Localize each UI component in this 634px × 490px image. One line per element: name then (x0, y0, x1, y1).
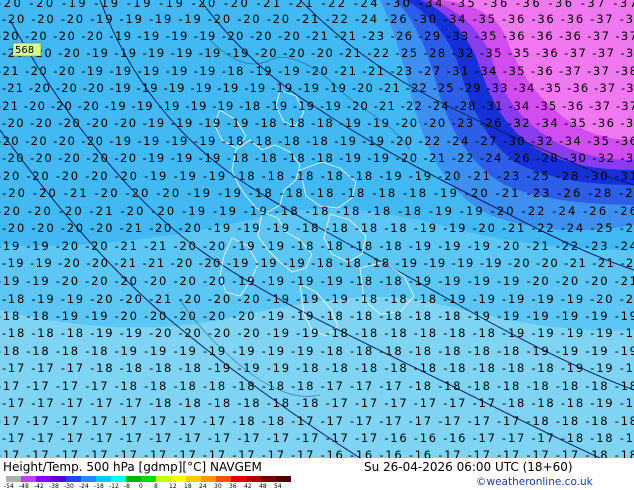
temperature-row: -17 -17 -17 -17 -17 -17 -17 -17 -17 -17 … (2, 431, 634, 445)
legend-label: -42 (34, 483, 44, 490)
temperature-row: -17 -17 -17 -17 -17 -17 -17 -17 -17 -17 … (0, 448, 634, 458)
legend-label: -8 (124, 483, 130, 490)
legend-label: 48 (259, 483, 267, 490)
map-canvas: -20 -20 -19 -19 -19 -19 -20 -20 -21 -21 … (0, 0, 634, 458)
temperature-row: -20 -20 -20 -20 -20 -19 -19 -19 -18 -18 … (2, 151, 634, 165)
legend-label: 18 (184, 483, 192, 490)
legend-label: 42 (244, 483, 252, 490)
temperature-row: -20 -20 -19 -19 -19 -19 -20 -20 -21 -21 … (0, 0, 634, 10)
legend-label: 54 (274, 483, 282, 490)
temperature-row: -20 -20 -20 -21 -20 -20 -19 -19 -19 -18 … (0, 204, 634, 218)
temperature-row: -17 -17 -17 -17 -17 -17 -17 -17 -18 -18 … (0, 414, 634, 428)
legend-swatch (246, 476, 261, 482)
legend-swatch (156, 476, 171, 482)
legend-swatch (231, 476, 246, 482)
temperature-row: -20 -20 -20 -20 -19 -19 -19 -19 -20 -20 … (0, 29, 634, 43)
weather-map: -20 -20 -19 -19 -19 -19 -20 -20 -21 -21 … (0, 0, 634, 458)
legend-label: -48 (19, 483, 29, 490)
legend-label: 0 (139, 483, 143, 490)
temperature-row: -17 -17 -17 -17 -17 -18 -18 -18 -18 -18 … (2, 396, 634, 410)
legend-swatch (36, 476, 51, 482)
legend-label: -24 (79, 483, 89, 490)
legend-swatch (216, 476, 231, 482)
legend-swatch (186, 476, 201, 482)
legend-label: -54 (4, 483, 14, 490)
legend-label: 24 (199, 483, 207, 490)
temperature-row: -19 -19 -20 -20 -21 -21 -20 -20 -19 -19 … (2, 256, 634, 270)
temperature-row: -19 -19 -20 -20 -21 -21 -20 -20 -19 -19 … (0, 239, 634, 253)
legend-label: -38 (49, 483, 59, 490)
legend-label: 8 (154, 483, 158, 490)
temperature-row: -18 -19 -19 -20 -20 -21 -20 -20 -20 -19 … (2, 292, 634, 306)
legend-swatch (6, 476, 21, 482)
legend-swatch (66, 476, 81, 482)
temperature-row: -18 -18 -19 -19 -20 -20 -20 -20 -20 -19 … (0, 309, 634, 323)
temperature-row: -17 -17 -17 -17 -18 -18 -18 -18 -18 -18 … (0, 379, 634, 393)
temperature-row: -20 -20 -20 -20 -19 -19 -19 -19 -18 -18 … (0, 134, 634, 148)
legend-swatch (21, 476, 36, 482)
temperature-row: -21 -20 -20 -20 -19 -19 -19 -19 -19 -18 … (0, 99, 634, 113)
legend-label: 36 (229, 483, 237, 490)
legend-swatch (81, 476, 96, 482)
temperature-row: -20 -20 -20 -19 -19 -19 -19 -20 -20 -20 … (2, 12, 634, 26)
contour-label-568: 568 (12, 42, 42, 57)
temperature-row: -20 -20 -20 -20 -20 -19 -19 -19 -19 -18 … (2, 116, 634, 130)
legend-label: -30 (64, 483, 74, 490)
legend-label: 12 (169, 483, 177, 490)
legend-swatch (276, 476, 291, 482)
map-footer: Height/Temp. 500 hPa [gdmp][°C] NAVGEM S… (0, 458, 634, 490)
legend-label: -18 (94, 483, 104, 490)
temperature-row: -20 -20 -20 -20 -21 -20 -20 -19 -19 -19 … (2, 221, 634, 235)
credit-link[interactable]: ©weatheronline.co.uk (476, 476, 593, 488)
temperature-row: -21 -20 -20 -19 -19 -19 -19 -19 -18 -19 … (0, 64, 634, 78)
legend-swatch (261, 476, 276, 482)
temperature-row: -20 -20 -21 -20 -20 -20 -19 -19 -18 -18 … (2, 186, 634, 200)
legend-swatch (51, 476, 66, 482)
legend-label: -12 (109, 483, 119, 490)
temperature-row: -18 -18 -18 -19 -19 -20 -20 -20 -20 -19 … (2, 326, 634, 340)
legend-swatch (126, 476, 141, 482)
legend-label: 30 (214, 483, 222, 490)
legend-swatch (171, 476, 186, 482)
temperature-row: -20 -20 -20 -20 -20 -19 -19 -19 -18 -18 … (0, 169, 634, 183)
temperature-row: -17 -17 -17 -18 -18 -18 -18 -19 -19 -19 … (2, 361, 634, 375)
legend-swatch (111, 476, 126, 482)
legend-swatch (96, 476, 111, 482)
valid-datetime: Su 26-04-2026 06:00 UTC (18+60) (364, 460, 573, 474)
temperature-row: -18 -18 -18 -18 -19 -19 -19 -19 -19 -19 … (0, 344, 634, 358)
legend-swatch (201, 476, 216, 482)
contour-label-text: 568 (15, 45, 34, 56)
temperature-row: -19 -19 -20 -20 -20 -20 -20 -20 -19 -19 … (0, 274, 634, 288)
map-title: Height/Temp. 500 hPa [gdmp][°C] NAVGEM (3, 460, 262, 474)
temperature-row: -20 -20 -20 -19 -19 -19 -19 -19 -19 -20 … (2, 46, 634, 60)
legend-swatch (141, 476, 156, 482)
